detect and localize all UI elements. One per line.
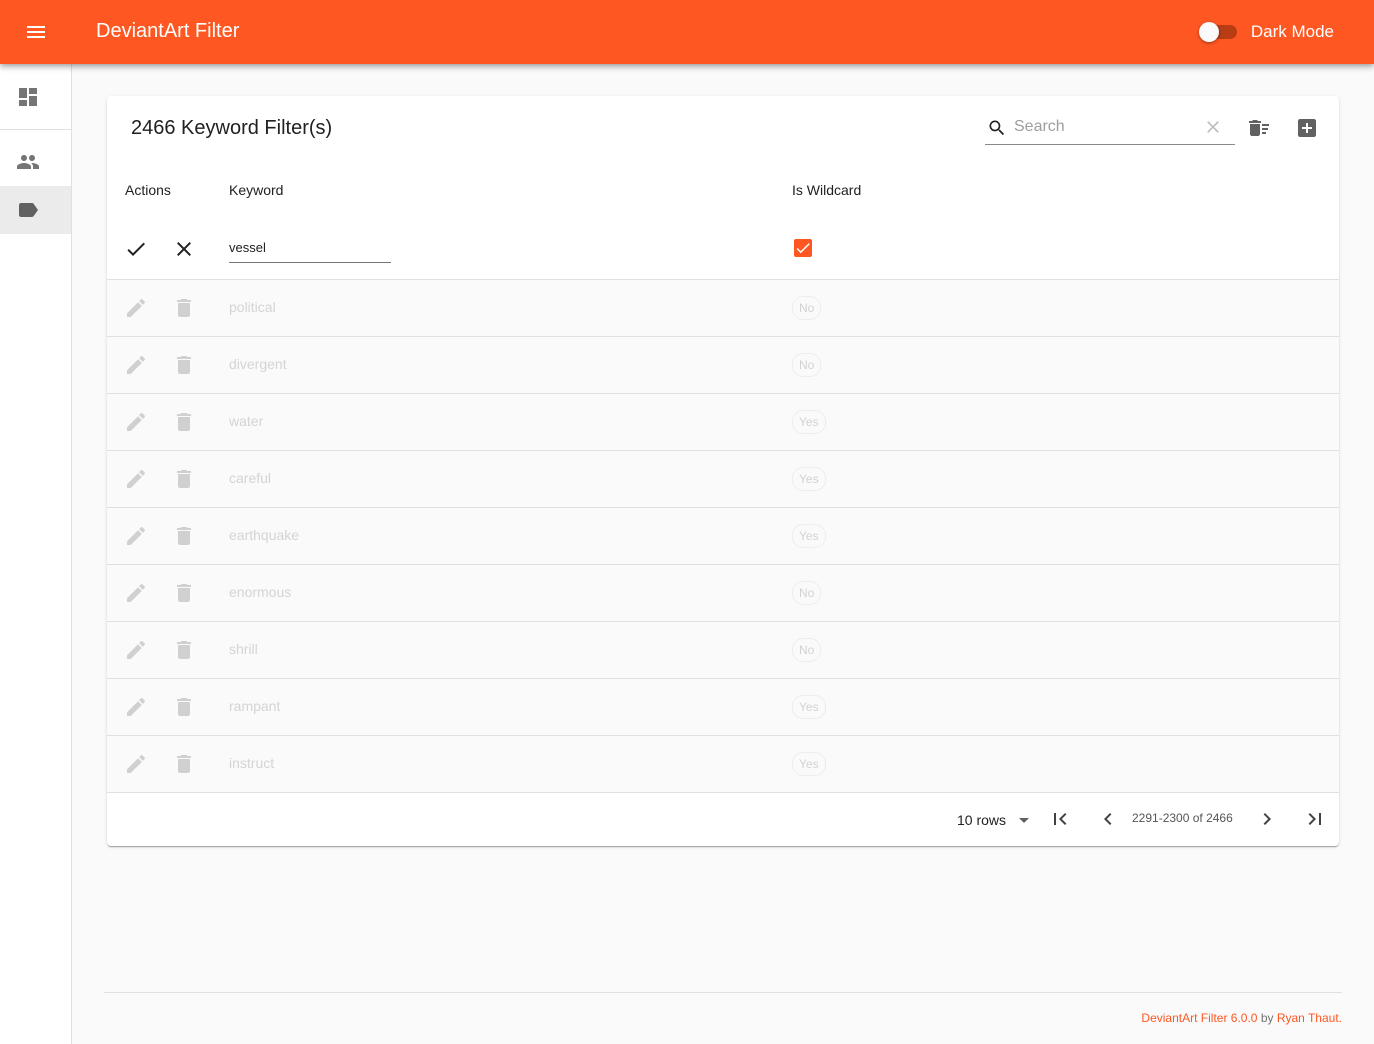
table-row: shrill No xyxy=(107,622,1339,679)
wildcard-checkbox[interactable] xyxy=(794,239,812,257)
keyword-cell: instruct xyxy=(229,755,275,771)
people-icon xyxy=(17,155,39,169)
author-link[interactable]: Ryan Thaut. xyxy=(1277,1011,1342,1025)
wildcard-chip: Yes xyxy=(792,752,826,776)
last-page-icon xyxy=(1308,813,1321,825)
nav-item-users[interactable] xyxy=(0,138,71,186)
wildcard-chip: Yes xyxy=(792,695,826,719)
delete-icon[interactable] xyxy=(172,581,196,605)
edit-icon[interactable] xyxy=(124,638,148,662)
label-icon xyxy=(19,203,38,217)
edit-icon[interactable] xyxy=(124,581,148,605)
keyword-edit-field xyxy=(229,238,391,263)
delete-icon[interactable] xyxy=(172,296,196,320)
delete-all-button[interactable] xyxy=(1247,116,1271,140)
edit-icon[interactable] xyxy=(124,296,148,320)
table-row: political No xyxy=(107,280,1339,337)
wildcard-chip: No xyxy=(792,638,822,662)
table-row: enormous No xyxy=(107,565,1339,622)
wildcard-chip: Yes xyxy=(792,467,826,491)
table-row: divergent No xyxy=(107,337,1339,394)
keyword-cell: shrill xyxy=(229,641,258,657)
keyword-input[interactable] xyxy=(229,238,389,257)
table-row: careful Yes xyxy=(107,451,1339,508)
column-header-is-wildcard[interactable]: Is Wildcard xyxy=(792,182,861,198)
keyword-filter-table: 2466 Keyword Filter(s) Actions Keyword I… xyxy=(107,96,1339,846)
toggle-thumb xyxy=(1198,22,1219,42)
keyword-cell: political xyxy=(229,299,276,315)
table-title: 2466 Keyword Filter(s) xyxy=(131,117,333,139)
drawer-divider xyxy=(0,129,71,130)
add-filter-button[interactable] xyxy=(1295,116,1319,140)
keyword-cell: rampant xyxy=(229,698,281,714)
wildcard-chip: Yes xyxy=(792,410,826,434)
chevron-left-icon xyxy=(1104,813,1112,825)
dark-mode-control: Dark Mode xyxy=(1198,20,1334,44)
edit-icon[interactable] xyxy=(124,410,148,434)
check-icon xyxy=(796,243,810,254)
side-drawer xyxy=(0,64,72,1044)
wildcard-chip: No xyxy=(792,353,822,377)
first-page-button[interactable] xyxy=(1048,807,1072,831)
add-box-icon xyxy=(1298,119,1316,137)
edit-icon[interactable] xyxy=(124,752,148,776)
delete-icon[interactable] xyxy=(172,353,196,377)
column-header-actions: Actions xyxy=(125,182,171,198)
rows-per-page-label: 10 rows xyxy=(957,812,1007,828)
keyword-cell: careful xyxy=(229,470,272,486)
first-page-icon xyxy=(1054,813,1067,825)
dark-mode-toggle[interactable] xyxy=(1198,20,1239,44)
keyword-cell: divergent xyxy=(229,356,287,372)
edit-icon[interactable] xyxy=(124,524,148,548)
delete-icon[interactable] xyxy=(172,638,196,662)
delete-icon[interactable] xyxy=(172,467,196,491)
dark-mode-label: Dark Mode xyxy=(1250,22,1334,41)
delete-icon[interactable] xyxy=(172,410,196,434)
dropdown-arrow-icon xyxy=(1019,818,1030,823)
table-row: earthquake Yes xyxy=(107,508,1339,565)
cancel-close-icon[interactable] xyxy=(172,237,196,261)
edit-icon[interactable] xyxy=(124,695,148,719)
page-range: 2291-2300 of 2466 xyxy=(1132,811,1233,825)
wildcard-chip: Yes xyxy=(792,524,826,548)
keyword-cell: enormous xyxy=(229,584,292,600)
editing-row xyxy=(107,220,1339,280)
delete-icon[interactable] xyxy=(172,524,196,548)
edit-icon[interactable] xyxy=(124,467,148,491)
menu-icon[interactable] xyxy=(24,20,48,44)
search-input[interactable] xyxy=(1014,116,1194,138)
column-header-keyword[interactable]: Keyword xyxy=(229,182,283,198)
table-row: rampant Yes xyxy=(107,679,1339,736)
dashboard-icon xyxy=(19,88,37,106)
wildcard-chip: No xyxy=(792,581,822,605)
previous-page-button[interactable] xyxy=(1096,807,1120,831)
next-page-button[interactable] xyxy=(1255,807,1279,831)
last-page-button[interactable] xyxy=(1303,807,1327,831)
delete-icon[interactable] xyxy=(172,695,196,719)
table-row: instruct Yes xyxy=(107,736,1339,793)
chevron-right-icon xyxy=(1263,813,1271,825)
keyword-cell: water xyxy=(229,413,264,429)
app-title: DeviantArt Filter xyxy=(96,20,240,42)
delete-sweep-icon xyxy=(1249,120,1269,136)
pagination: 10 rows 2291-2300 of 2466 xyxy=(107,793,1339,846)
nav-item-keywords[interactable] xyxy=(0,186,71,234)
footer: DeviantArt Filter 6.0.0 by Ryan Thaut. xyxy=(1141,1011,1342,1025)
app-bar: DeviantArt Filter Dark Mode xyxy=(0,0,1374,64)
table-row: water Yes xyxy=(107,394,1339,451)
clear-search-icon[interactable] xyxy=(1203,117,1223,137)
search-box xyxy=(985,112,1235,145)
product-link[interactable]: DeviantArt Filter 6.0.0 xyxy=(1141,1011,1257,1025)
nav-item-dashboard[interactable] xyxy=(0,73,71,121)
delete-icon[interactable] xyxy=(172,752,196,776)
edit-icon[interactable] xyxy=(124,353,148,377)
footer-by: by xyxy=(1260,1011,1274,1025)
rows-per-page-select[interactable]: 10 rows xyxy=(957,808,1036,832)
search-icon xyxy=(989,120,1005,136)
keyword-cell: earthquake xyxy=(229,527,300,543)
save-check-icon[interactable] xyxy=(124,237,148,261)
footer-divider xyxy=(104,992,1342,993)
wildcard-chip: No xyxy=(792,296,822,320)
